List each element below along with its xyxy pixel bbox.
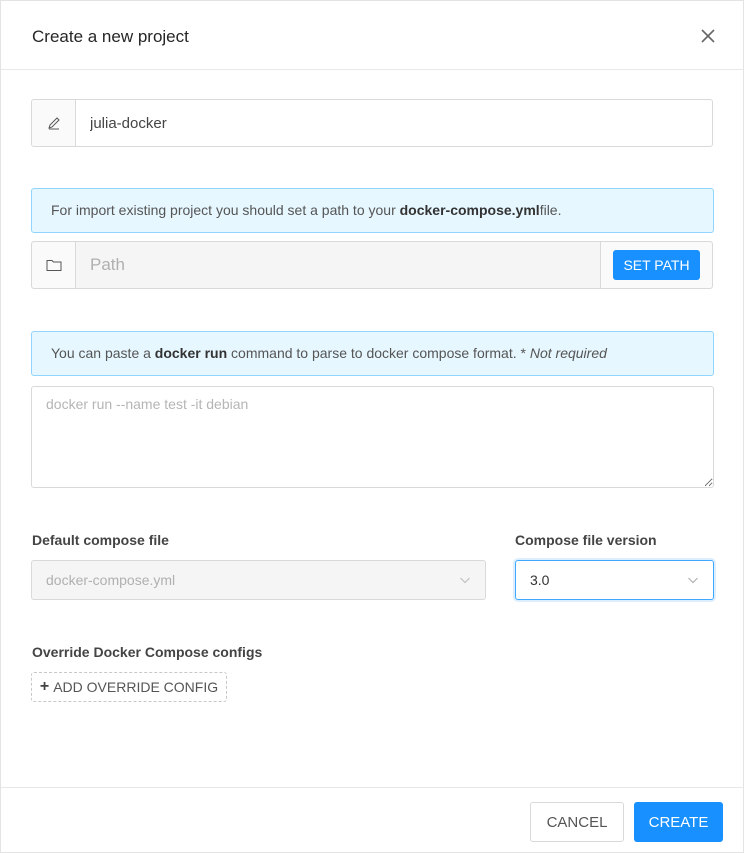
docker-run-info-alert: You can paste a docker run command to pa… bbox=[31, 331, 714, 376]
docker-run-textarea[interactable] bbox=[31, 386, 714, 488]
import-alert-prefix: For import existing project you should s… bbox=[51, 202, 400, 218]
default-compose-label: Default compose file bbox=[32, 532, 169, 548]
create-project-dialog: Create a new project For import existing… bbox=[0, 0, 744, 853]
chevron-down-icon bbox=[688, 577, 698, 584]
override-label: Override Docker Compose configs bbox=[32, 644, 263, 660]
import-alert-suffix: file. bbox=[539, 202, 562, 218]
compose-version-select[interactable]: 3.0 bbox=[515, 560, 714, 600]
project-name-input[interactable] bbox=[76, 100, 712, 146]
cancel-button[interactable]: CANCEL bbox=[530, 802, 624, 842]
project-name-addon bbox=[32, 100, 76, 146]
import-alert-filename: docker-compose.yml bbox=[399, 202, 540, 218]
close-icon[interactable] bbox=[699, 27, 717, 45]
default-compose-select[interactable]: docker-compose.yml bbox=[31, 560, 486, 600]
folder-icon bbox=[46, 260, 61, 271]
path-input[interactable] bbox=[76, 242, 600, 288]
docker-run-alert-command: docker run bbox=[154, 345, 228, 361]
docker-run-alert-prefix: You can paste a bbox=[51, 345, 155, 361]
plus-icon: + bbox=[39, 678, 50, 695]
pencil-icon bbox=[47, 117, 60, 130]
chevron-down-icon bbox=[460, 577, 470, 584]
path-addon bbox=[32, 242, 76, 288]
dialog-title: Create a new project bbox=[32, 27, 189, 46]
docker-run-alert-middle: command to parse to docker compose forma… bbox=[227, 345, 530, 361]
import-info-alert: For import existing project you should s… bbox=[31, 188, 714, 233]
dialog-header: Create a new project bbox=[1, 1, 744, 70]
docker-run-alert-optional: Not required bbox=[529, 345, 607, 361]
create-button[interactable]: CREATE bbox=[634, 802, 723, 842]
set-path-addon: SET PATH bbox=[600, 242, 712, 288]
dialog-footer: CANCEL CREATE bbox=[1, 787, 744, 853]
add-override-label: ADD OVERRIDE CONFIG bbox=[53, 679, 219, 695]
add-override-config-button[interactable]: + ADD OVERRIDE CONFIG bbox=[31, 672, 227, 702]
set-path-button[interactable]: SET PATH bbox=[613, 250, 700, 280]
path-group: SET PATH bbox=[31, 241, 713, 289]
project-name-group bbox=[31, 99, 713, 147]
compose-version-label: Compose file version bbox=[515, 532, 657, 548]
default-compose-value: docker-compose.yml bbox=[46, 572, 176, 588]
compose-version-value: 3.0 bbox=[530, 572, 550, 588]
